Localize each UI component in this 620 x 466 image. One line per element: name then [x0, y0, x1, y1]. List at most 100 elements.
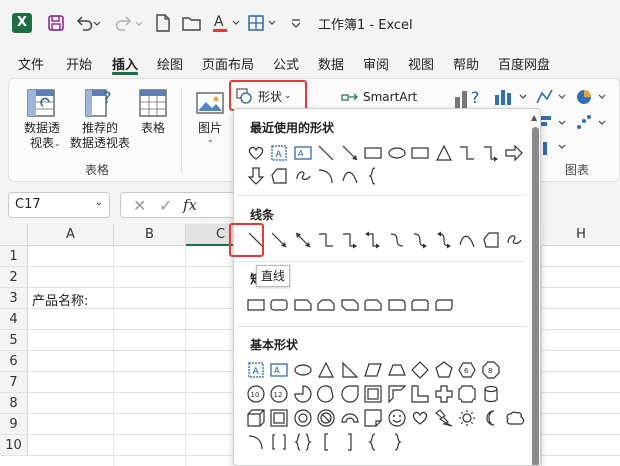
right-triangle-shape[interactable]	[338, 359, 362, 381]
dropdown-scrollbar[interactable]: ▲	[529, 109, 540, 465]
recommended-pivot-icon[interactable]: ?	[83, 87, 115, 119]
name-box[interactable]: C17 ⌄	[8, 192, 110, 218]
oval-shape[interactable]	[385, 142, 409, 164]
tab-formulas[interactable]: 公式	[273, 54, 299, 73]
l-shape[interactable]	[409, 383, 433, 405]
can-shape[interactable]	[479, 383, 503, 405]
borders-icon[interactable]	[246, 12, 280, 34]
lightning-bolt-shape[interactable]	[432, 407, 456, 429]
trapezoid-shape[interactable]	[385, 359, 409, 381]
bevel-shape[interactable]	[268, 407, 292, 429]
moon-shape[interactable]	[479, 407, 503, 429]
plaque-shape[interactable]	[456, 383, 480, 405]
scatter-chart-icon[interactable]	[575, 113, 611, 133]
down-arrow-shape[interactable]	[244, 165, 268, 187]
curved-double-arrow-connector-shape[interactable]	[432, 229, 456, 251]
rect-rounded-shape[interactable]	[409, 142, 433, 164]
picture-button[interactable]: 图片	[195, 121, 225, 136]
arc-shape[interactable]	[315, 165, 339, 187]
scroll-thumb[interactable]	[532, 127, 539, 465]
tab-help[interactable]: 帮助	[453, 54, 479, 73]
snip-same-side-rectangle-shape[interactable]	[315, 294, 339, 316]
round-single-corner-rectangle-shape[interactable]	[385, 294, 409, 316]
folded-corner-shape[interactable]	[362, 407, 386, 429]
pivot-table-icon[interactable]	[25, 87, 57, 119]
column-header[interactable]: H	[542, 224, 620, 246]
row-header[interactable]: 5	[0, 330, 28, 351]
smartart-button[interactable]: SmartArt	[341, 88, 421, 106]
sun-shape[interactable]	[456, 407, 480, 429]
tab-baidu-netdisk[interactable]: 百度网盘	[498, 54, 550, 73]
octagon-shape[interactable]: 8	[479, 359, 503, 381]
frame-shape[interactable]	[362, 383, 386, 405]
curve-shape[interactable]	[338, 165, 362, 187]
column-chart-icon[interactable]	[493, 87, 533, 107]
hexagon-shape[interactable]: 6	[456, 359, 480, 381]
vertical-text-box-shape[interactable]: A	[291, 142, 315, 164]
font-color-icon[interactable]: A	[210, 12, 244, 34]
triangle-shape[interactable]	[432, 142, 456, 164]
dodecagon-shape[interactable]: 12	[268, 383, 292, 405]
row-header[interactable]: 8	[0, 393, 28, 414]
elbow-arrow-connector-shape[interactable]	[338, 229, 362, 251]
left-brace-shape[interactable]	[362, 431, 386, 453]
left-brace-shape[interactable]	[362, 165, 386, 187]
line-shape[interactable]	[315, 142, 339, 164]
scroll-up-icon[interactable]: ▲	[531, 113, 537, 122]
freeform-shape[interactable]	[479, 229, 503, 251]
line-chart-icon[interactable]	[535, 87, 571, 107]
snip-round-rectangle-shape[interactable]	[362, 294, 386, 316]
insert-function-button[interactable]: fx	[183, 196, 197, 214]
row-header[interactable]: 9	[0, 414, 28, 435]
open-folder-icon[interactable]	[180, 12, 204, 34]
row-header[interactable]: 7	[0, 372, 28, 393]
tab-data[interactable]: 数据	[318, 54, 344, 73]
row-header[interactable]: 10	[0, 435, 28, 456]
new-file-icon[interactable]	[152, 12, 174, 34]
tab-draw[interactable]: 绘图	[157, 54, 183, 73]
left-bracket-shape[interactable]	[315, 431, 339, 453]
cross-shape[interactable]	[432, 383, 456, 405]
column-header[interactable]: A	[28, 224, 114, 246]
elbow-connector-shape[interactable]	[315, 229, 339, 251]
elbow-double-arrow-connector-shape[interactable]	[362, 229, 386, 251]
round-diagonal-rectangle-shape[interactable]	[432, 294, 456, 316]
cube-shape[interactable]	[244, 407, 268, 429]
row-header[interactable]: 4	[0, 309, 28, 330]
scribble-shape[interactable]	[291, 165, 315, 187]
chord-shape[interactable]	[315, 383, 339, 405]
arc-shape[interactable]	[244, 431, 268, 453]
tab-file[interactable]: 文件	[18, 54, 44, 73]
flowchart-shape[interactable]	[268, 165, 292, 187]
curved-arrow-connector-shape[interactable]	[409, 229, 433, 251]
cloud-shape[interactable]	[503, 407, 527, 429]
table-button[interactable]: 表格	[137, 121, 169, 136]
heart-shape[interactable]	[244, 142, 268, 164]
tab-view[interactable]: 视图	[408, 54, 434, 73]
row-header[interactable]: 6	[0, 351, 28, 372]
elbow-connector-shape[interactable]	[456, 142, 480, 164]
pivot-table-button[interactable]: 数据透 视表	[13, 121, 71, 151]
parallelogram-shape[interactable]	[362, 359, 386, 381]
column-header[interactable]: B	[114, 224, 186, 246]
isosceles-triangle-shape[interactable]	[315, 359, 339, 381]
row-header[interactable]: 1	[0, 246, 28, 267]
recommended-pivot-button[interactable]: 推荐的 数据透视表	[65, 121, 135, 151]
rounded-rectangle-shape[interactable]	[268, 294, 292, 316]
row-header[interactable]: 2	[0, 267, 28, 288]
tab-review[interactable]: 审阅	[363, 54, 389, 73]
snip-diagonal-rectangle-shape[interactable]	[338, 294, 362, 316]
curved-connector-shape[interactable]	[385, 229, 409, 251]
table-icon[interactable]	[137, 87, 169, 119]
teardrop-shape[interactable]	[338, 383, 362, 405]
heart-shape[interactable]	[409, 407, 433, 429]
rectangle-shape[interactable]	[244, 294, 268, 316]
diamond-shape[interactable]	[409, 359, 433, 381]
elbow-arrow-connector-shape[interactable]	[479, 142, 503, 164]
block-arc-shape[interactable]	[338, 407, 362, 429]
row-header[interactable]: 3	[0, 288, 28, 309]
right-brace-shape[interactable]	[385, 431, 409, 453]
picture-icon[interactable]	[195, 89, 225, 119]
curve-shape[interactable]	[456, 229, 480, 251]
tab-insert[interactable]: 插入	[112, 54, 138, 73]
